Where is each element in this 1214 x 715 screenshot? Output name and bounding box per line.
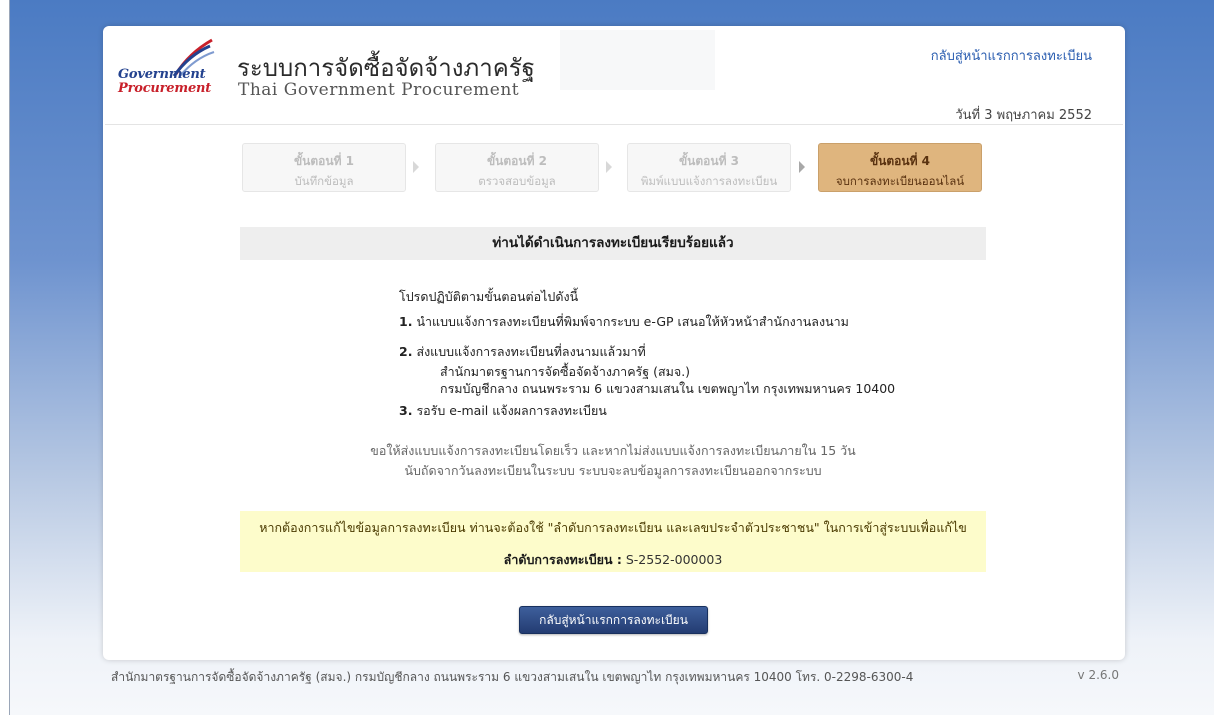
step-4-active: ขั้นตอนที่ 4 จบการลงทะเบียนออนไลน์ bbox=[818, 143, 982, 192]
footer-address: สำนักมาตรฐานการจัดซื้อจัดจ้างภาครัฐ (สมจ… bbox=[111, 670, 914, 684]
logo-text-government: Government bbox=[118, 67, 206, 82]
item-text: นำแบบแจ้งการลงทะเบียนที่พิมพ์จากระบบ e-G… bbox=[416, 314, 849, 329]
instruction-item-3: 3. รอรับ e-mail แจ้งผลการลงทะเบียน bbox=[399, 401, 607, 421]
deadline-note: ขอให้ส่งแบบแจ้งการลงทะเบียนโดยเร็ว และหา… bbox=[240, 441, 986, 481]
instruction-item-2: 2. ส่งแบบแจ้งการลงทะเบียนที่ลงนามแล้วมาที… bbox=[399, 342, 646, 362]
note-line-1: ขอให้ส่งแบบแจ้งการลงทะเบียนโดยเร็ว และหา… bbox=[370, 443, 856, 458]
back-to-registration-button[interactable]: กลับสู่หน้าแรกการลงทะเบียน bbox=[519, 606, 708, 634]
registration-number: ลำดับการลงทะเบียน : S-2552-000003 bbox=[240, 550, 986, 570]
step-label: ตรวจสอบข้อมูล bbox=[478, 174, 556, 188]
item-number: 1. bbox=[399, 314, 413, 329]
step-number: ขั้นตอนที่ 4 bbox=[869, 154, 931, 168]
step-number: ขั้นตอนที่ 1 bbox=[293, 154, 355, 168]
item-number: 2. bbox=[399, 344, 413, 359]
step-2: ขั้นตอนที่ 2 ตรวจสอบข้อมูล bbox=[435, 143, 599, 192]
step-1: ขั้นตอนที่ 1 บันทึกข้อมูล bbox=[242, 143, 406, 192]
success-banner: ท่านได้ดำเนินการลงทะเบียนเรียบร้อยแล้ว bbox=[240, 227, 986, 260]
address-line-2: กรมบัญชีกลาง ถนนพระราม 6 แขวงสามเสนใน เข… bbox=[440, 381, 896, 396]
step-number: ขั้นตอนที่ 2 bbox=[486, 154, 548, 168]
gov-procurement-logo: Government Procurement bbox=[110, 38, 225, 100]
site-title-english: Thai Government Procurement bbox=[238, 80, 520, 100]
step-number: ขั้นตอนที่ 3 bbox=[678, 154, 740, 168]
step-label: พิมพ์แบบแจ้งการลงทะเบียน bbox=[640, 174, 778, 188]
registration-number-label: ลำดับการลงทะเบียน : bbox=[503, 552, 622, 567]
instructions-intro: โปรดปฏิบัติตามขั้นตอนต่อไปดังนี้ bbox=[399, 289, 579, 304]
current-date: วันที่ 3 พฤษภาคม 2552 bbox=[955, 108, 1092, 123]
registration-number-value: S-2552-000003 bbox=[625, 552, 723, 567]
edit-notice-text: หากต้องการแก้ไขข้อมูลการลงทะเบียน ท่านจะ… bbox=[259, 520, 967, 535]
back-to-registration-link[interactable]: กลับสู่หน้าแรกการลงทะเบียน bbox=[931, 45, 1092, 66]
note-line-2: นับถัดจากวันลงทะเบียนในระบบ ระบบจะลบข้อม… bbox=[404, 463, 822, 478]
item-number: 3. bbox=[399, 403, 413, 418]
step-label: บันทึกข้อมูล bbox=[294, 174, 354, 188]
logo-text-procurement: Procurement bbox=[118, 81, 212, 96]
app-version: v 2.6.0 bbox=[1077, 668, 1119, 682]
step-label: จบการลงทะเบียนออนไลน์ bbox=[835, 174, 965, 188]
item-text: รอรับ e-mail แจ้งผลการลงทะเบียน bbox=[416, 403, 607, 418]
item-text: ส่งแบบแจ้งการลงทะเบียนที่ลงนามแล้วมาที่ bbox=[416, 344, 646, 359]
step-arrow-icon bbox=[413, 161, 419, 173]
step-arrow-icon bbox=[799, 161, 805, 173]
edit-notice-box: หากต้องการแก้ไขข้อมูลการลงทะเบียน ท่านจะ… bbox=[240, 511, 986, 572]
step-3: ขั้นตอนที่ 3 พิมพ์แบบแจ้งการลงทะเบียน bbox=[627, 143, 791, 192]
header-divider bbox=[105, 124, 1123, 125]
header-decoration bbox=[560, 30, 715, 90]
instruction-item-1: 1. นำแบบแจ้งการลงทะเบียนที่พิมพ์จากระบบ e… bbox=[399, 312, 849, 332]
step-arrow-icon bbox=[606, 161, 612, 173]
